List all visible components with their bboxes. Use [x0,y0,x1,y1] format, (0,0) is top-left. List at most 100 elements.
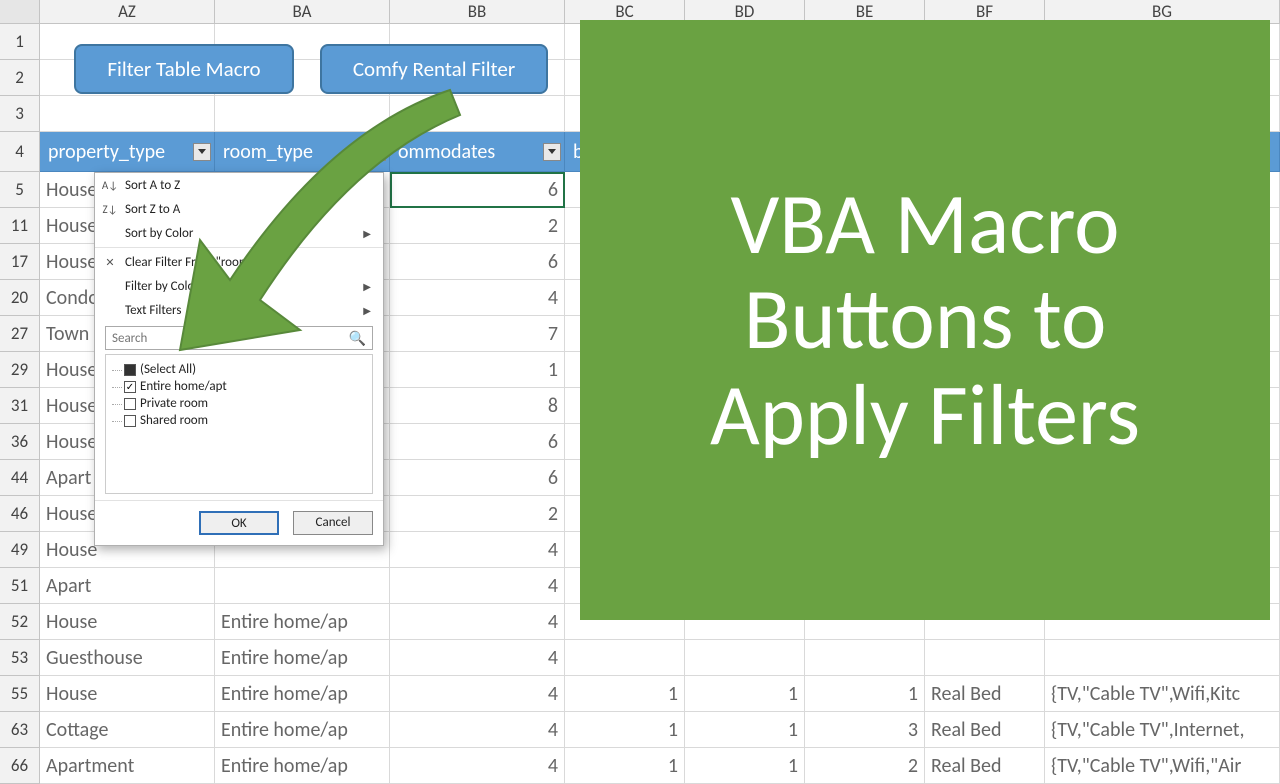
row-header[interactable]: 66 [0,748,40,784]
cell[interactable]: 1 [565,748,685,784]
search-input[interactable] [112,331,349,346]
row-header[interactable]: 55 [0,676,40,712]
cell[interactable]: Cottage [40,712,215,748]
cell[interactable]: 4 [390,604,565,640]
filter-dropdown-icon[interactable] [543,143,561,161]
cell[interactable]: 1 [565,676,685,712]
filter-option[interactable]: Entire home/apt [110,378,368,395]
row-header[interactable]: 17 [0,244,40,280]
filter-dropdown-icon[interactable] [368,143,386,161]
sort-by-color[interactable]: Sort by Color▶ [95,221,383,245]
sort-z-to-a[interactable]: Z↓Sort Z to A [95,197,383,221]
cell[interactable]: Entire home/ap [215,604,390,640]
cancel-button[interactable]: Cancel [293,511,373,535]
row-header[interactable]: 44 [0,460,40,496]
row-header[interactable]: 2 [0,60,40,96]
clear-filter[interactable]: ✕Clear Filter From "room_t... [95,250,383,274]
menu-separator [95,247,383,248]
cell[interactable] [1045,640,1280,676]
row-header[interactable]: 36 [0,424,40,460]
col-header-ba[interactable]: BA [215,0,390,23]
cell[interactable]: 4 [390,640,565,676]
comfy-rental-filter-button[interactable]: Comfy Rental Filter [320,44,548,94]
row-header[interactable]: 27 [0,316,40,352]
row-header[interactable]: 49 [0,532,40,568]
cell[interactable]: 4 [390,280,565,316]
cell[interactable]: Apart [40,568,215,604]
col-header-bb[interactable]: BB [390,0,565,23]
cell[interactable]: {TV,"Cable TV",Internet, [1045,712,1280,748]
cell[interactable]: Entire home/ap [215,640,390,676]
cell[interactable]: 1 [805,676,925,712]
cell[interactable]: 2 [805,748,925,784]
filter-option[interactable]: Private room [110,395,368,412]
cell[interactable]: 7 [390,316,565,352]
filter-option[interactable]: Shared room [110,412,368,429]
filter-table-macro-button[interactable]: Filter Table Macro [74,44,294,94]
row-header[interactable]: 63 [0,712,40,748]
col-header-az[interactable]: AZ [40,0,215,23]
row-header[interactable]: 5 [0,172,40,208]
cell[interactable]: 3 [805,712,925,748]
checkbox-icon[interactable] [124,415,136,427]
row-header[interactable]: 20 [0,280,40,316]
row-header[interactable]: 31 [0,388,40,424]
cell[interactable]: 4 [390,676,565,712]
row-header[interactable]: 29 [0,352,40,388]
sort-a-to-z[interactable]: A↓Sort A to Z [95,173,383,197]
row-header[interactable]: 3 [0,96,40,132]
checkbox-mixed-icon[interactable] [124,364,136,376]
filter-by-color[interactable]: Filter by Color▶ [95,274,383,298]
cell[interactable]: Guesthouse [40,640,215,676]
select-all-corner[interactable] [0,0,40,23]
row-header[interactable]: 51 [0,568,40,604]
cell[interactable]: 4 [390,568,565,604]
cell[interactable]: 1 [390,352,565,388]
row-header[interactable]: 11 [0,208,40,244]
cell[interactable]: 1 [685,748,805,784]
cell[interactable]: Entire home/ap [215,676,390,712]
cell[interactable]: 6 [390,172,565,208]
row-header[interactable]: 46 [0,496,40,532]
cell[interactable] [805,640,925,676]
row-header[interactable]: 1 [0,24,40,60]
cell[interactable]: Real Bed [925,676,1045,712]
ok-button[interactable]: OK [199,511,279,535]
cell[interactable]: 1 [685,676,805,712]
filter-search-box[interactable]: 🔍 [105,326,373,350]
cell[interactable]: 2 [390,496,565,532]
cell[interactable]: Entire home/ap [215,712,390,748]
cell[interactable]: 4 [390,748,565,784]
checkbox-checked-icon[interactable] [124,381,136,393]
cell[interactable]: 6 [390,460,565,496]
row-header[interactable]: 52 [0,604,40,640]
cell[interactable]: 4 [390,712,565,748]
cell[interactable]: {TV,"Cable TV",Wifi,"Air [1045,748,1280,784]
cell[interactable]: 2 [390,208,565,244]
filter-dropdown-icon[interactable] [193,143,211,161]
filter-checklist: (Select All) Entire home/apt Private roo… [105,354,373,494]
cell[interactable]: Entire home/ap [215,748,390,784]
cell[interactable]: House [40,604,215,640]
cell[interactable]: 1 [565,712,685,748]
cell[interactable]: Real Bed [925,748,1045,784]
cell[interactable]: 4 [390,532,565,568]
cell[interactable] [215,568,390,604]
row-header[interactable]: 4 [0,132,40,172]
cell[interactable]: 6 [390,424,565,460]
cell[interactable]: 1 [685,712,805,748]
table-row: 66ApartmentEntire home/ap4112Real Bed{TV… [0,748,1280,784]
text-filters[interactable]: Text Filters▶ [95,298,383,322]
cell[interactable]: 8 [390,388,565,424]
row-header[interactable]: 53 [0,640,40,676]
cell[interactable] [925,640,1045,676]
cell[interactable]: {TV,"Cable TV",Wifi,Kitc [1045,676,1280,712]
cell[interactable]: Real Bed [925,712,1045,748]
cell[interactable]: 6 [390,244,565,280]
cell[interactable] [685,640,805,676]
cell[interactable]: House [40,676,215,712]
checkbox-icon[interactable] [124,398,136,410]
cell[interactable] [565,640,685,676]
cell[interactable]: Apartment [40,748,215,784]
filter-option-select-all[interactable]: (Select All) [110,361,368,378]
